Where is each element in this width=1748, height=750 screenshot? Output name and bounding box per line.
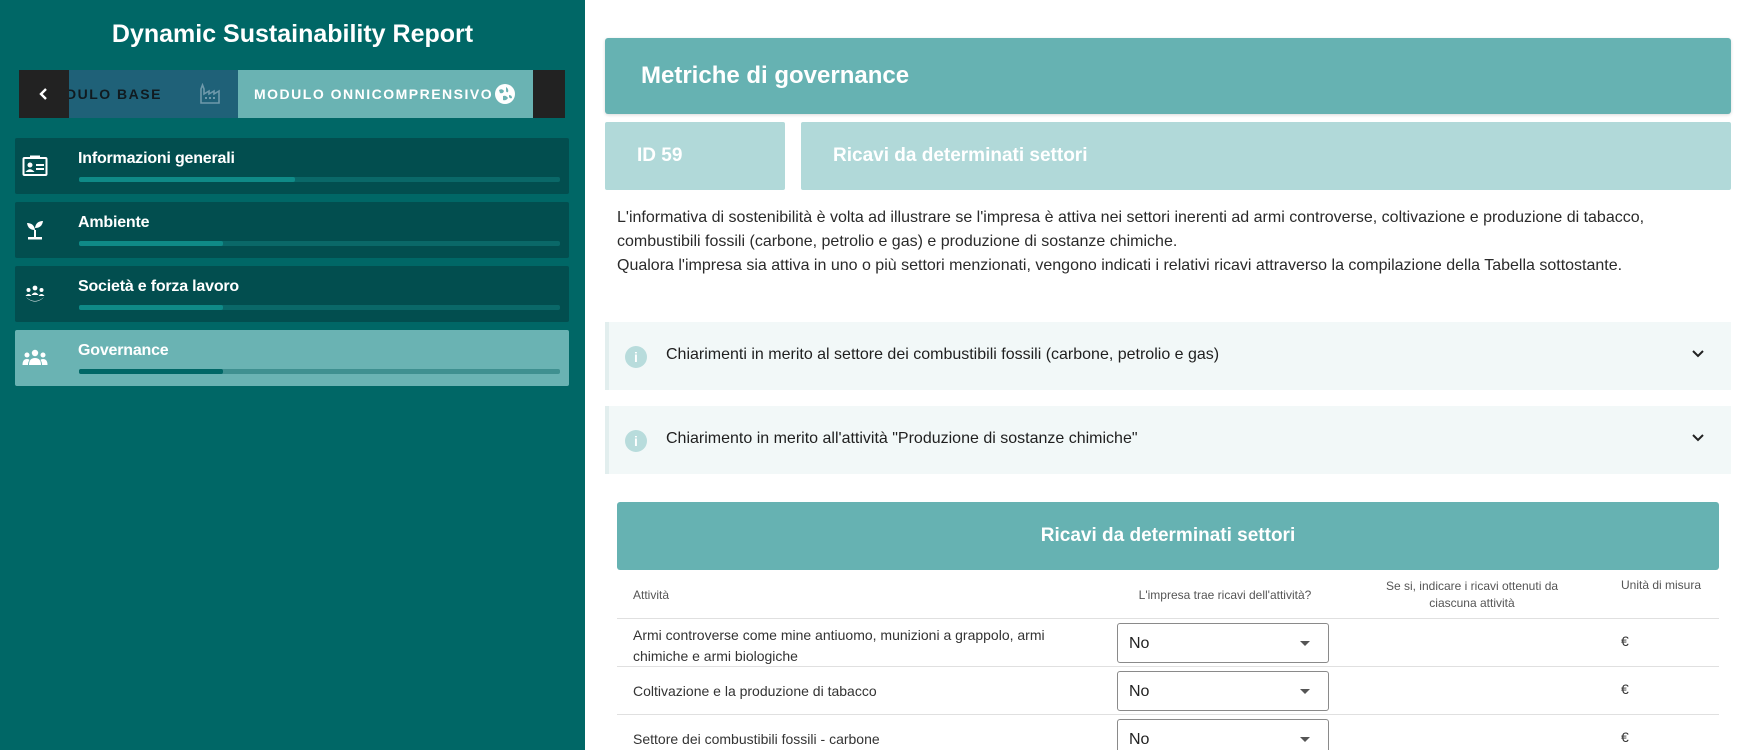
accordion-label: Chiarimenti in merito al settore dei com… <box>666 346 1220 363</box>
sidebar-item-ambiente[interactable]: Ambiente <box>15 202 569 258</box>
sidebar: Dynamic Sustainability Report DULO BASE … <box>0 0 585 750</box>
module-omni-label: MODULO ONNICOMPRENSIVO <box>254 86 494 102</box>
metric-id-box: ID 59 <box>605 122 785 190</box>
progress-fill <box>79 241 224 246</box>
unit-cell: € <box>1621 729 1629 745</box>
globe-icon <box>494 83 516 110</box>
main-content: Metriche di governance ID 59 Ricavi da d… <box>585 0 1748 750</box>
section-header: Metriche di governance <box>605 38 1731 114</box>
sidebar-item-governance[interactable]: Governance <box>15 330 569 386</box>
caret-down-icon <box>1300 641 1310 646</box>
chevron-down-icon[interactable] <box>1691 430 1705 449</box>
module-base-label: DULO BASE <box>69 86 162 102</box>
progress-track <box>79 369 560 374</box>
metric-title: Ricavi da determinati settori <box>833 145 1088 166</box>
progress-track <box>79 241 560 246</box>
activity-cell: Settore dei combustibili fossili - carbo… <box>633 731 880 747</box>
module-omni-tab[interactable]: MODULO ONNICOMPRENSIVO <box>238 70 533 118</box>
sidebar-item-label: Società e forza lavoro <box>78 278 239 295</box>
section-title: Metriche di governance <box>641 62 910 89</box>
group-icon <box>21 344 49 372</box>
plant-icon <box>21 216 49 244</box>
sidebar-item-label: Informazioni generali <box>78 150 235 167</box>
progress-track <box>79 305 560 310</box>
caret-down-icon <box>1300 689 1310 694</box>
id-card-icon <box>21 152 49 180</box>
accordion-label: Chiarimento in merito all'attività "Prod… <box>666 430 1138 447</box>
metric-description: L'informativa di sostenibilità è volta a… <box>617 206 1717 278</box>
progress-fill <box>79 177 296 182</box>
revenue-select[interactable]: No <box>1117 671 1329 711</box>
unit-cell: € <box>1621 681 1629 697</box>
sidebar-item-informazioni-generali[interactable]: Informazioni generali <box>15 138 569 194</box>
info-icon: i <box>625 430 647 452</box>
community-icon <box>21 280 49 308</box>
module-switcher: DULO BASE MODULO ONNICOMPRENSIVO <box>19 70 565 118</box>
revenue-select[interactable]: No <box>1117 719 1329 750</box>
module-back-button[interactable] <box>19 70 69 118</box>
factory-icon <box>199 82 221 110</box>
progress-fill <box>79 305 224 310</box>
activity-cell: Armi controverse come mine antiuomo, mun… <box>633 627 1045 664</box>
table-title: Ricavi da determinati settori <box>617 502 1719 570</box>
sidebar-item-label: Ambiente <box>78 214 150 231</box>
column-header-revenue-amount: Se si, indicare i ricavi ottenuti da cia… <box>1385 579 1559 610</box>
unit-cell: € <box>1621 633 1629 649</box>
progress-fill <box>79 369 224 374</box>
info-icon: i <box>625 346 647 368</box>
module-base-tab[interactable]: DULO BASE <box>69 70 238 118</box>
table-row: Coltivazione e la produzione di tabacco … <box>617 667 1719 715</box>
table-row: Settore dei combustibili fossili - carbo… <box>617 715 1719 750</box>
column-header-revenue-question: L'impresa trae ricavi dell'attività? <box>1138 588 1312 602</box>
table-header: Attività L'impresa trae ricavi dell'atti… <box>617 570 1719 619</box>
metric-id: ID 59 <box>637 145 683 166</box>
table-row: Armi controverse come mine antiuomo, mun… <box>617 619 1719 667</box>
sidebar-item-label: Governance <box>78 342 169 359</box>
description-paragraph: Qualora l'impresa sia attiva in uno o pi… <box>617 257 1623 274</box>
activity-cell: Coltivazione e la produzione di tabacco <box>633 683 877 699</box>
chevron-left-icon <box>39 88 47 100</box>
app-title: Dynamic Sustainability Report <box>111 20 474 48</box>
select-value: No <box>1129 683 1150 700</box>
accordion-fossil-fuels[interactable]: i Chiarimenti in merito al settore dei c… <box>605 322 1731 390</box>
metric-title-box: Ricavi da determinati settori <box>801 122 1731 190</box>
chevron-down-icon[interactable] <box>1691 346 1705 365</box>
column-header-unit: Unità di misura <box>1621 578 1702 592</box>
revenue-select[interactable]: No <box>1117 623 1329 663</box>
progress-track <box>79 177 560 182</box>
revenue-table: Ricavi da determinati settori Attività L… <box>617 502 1719 750</box>
sidebar-item-societa-forza-lavoro[interactable]: Società e forza lavoro <box>15 266 569 322</box>
caret-down-icon <box>1300 737 1310 742</box>
accordion-chemicals[interactable]: i Chiarimento in merito all'attività "Pr… <box>605 406 1731 474</box>
select-value: No <box>1129 731 1150 748</box>
column-header-activity: Attività <box>633 588 670 602</box>
select-value: No <box>1129 635 1150 652</box>
description-paragraph: L'informativa di sostenibilità è volta a… <box>617 209 1645 250</box>
